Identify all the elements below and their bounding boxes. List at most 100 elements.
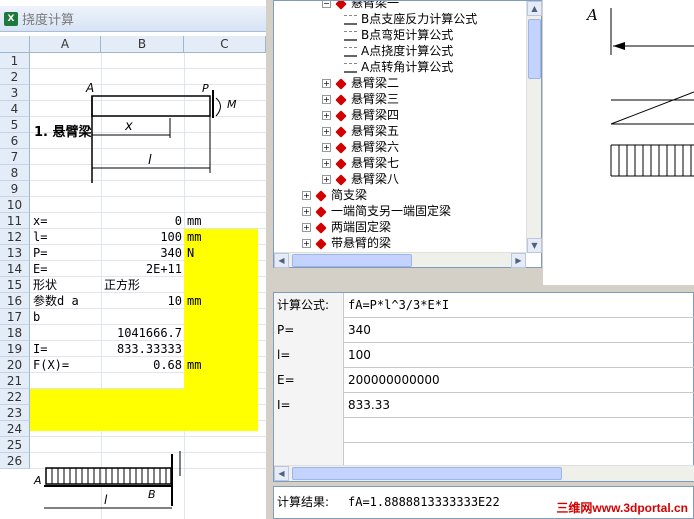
cell-a16[interactable]: 参数d a	[31, 293, 101, 309]
collapse-icon[interactable]: −	[322, 1, 331, 8]
cell-b11[interactable]: 0	[102, 213, 184, 229]
tree-item[interactable]: + 悬臂梁五	[322, 123, 399, 139]
scroll-left-icon[interactable]: ◀	[274, 466, 289, 481]
expand-icon[interactable]: +	[302, 191, 311, 200]
cell-b15[interactable]: 正方形	[102, 277, 184, 293]
cell-b20[interactable]: 0.68	[102, 357, 184, 373]
row-header[interactable]: 1	[0, 53, 30, 69]
param-value-input[interactable]: 340	[348, 318, 371, 343]
tree-item[interactable]: + 悬臂梁二	[322, 75, 399, 91]
cell-c16[interactable]: mm	[185, 293, 257, 309]
expand-icon[interactable]: +	[322, 175, 331, 184]
row-header[interactable]: 20	[0, 357, 30, 373]
scroll-right-icon[interactable]: ▶	[511, 253, 526, 268]
hscroll-thumb[interactable]	[292, 254, 412, 267]
cell-c11[interactable]: mm	[185, 213, 257, 229]
column-header-a[interactable]: A	[30, 36, 101, 53]
select-all-corner[interactable]	[0, 36, 30, 53]
row-header[interactable]: 7	[0, 149, 30, 165]
row-header[interactable]: 4	[0, 101, 30, 117]
expand-icon[interactable]: +	[322, 127, 331, 136]
cell-a12[interactable]: l=	[31, 229, 101, 245]
row-header[interactable]: 18	[0, 325, 30, 341]
expand-icon[interactable]: +	[302, 207, 311, 216]
row-header[interactable]: 12	[0, 229, 30, 245]
tree-item[interactable]: A点挠度计算公式	[344, 43, 453, 59]
cell-a15[interactable]: 形状	[31, 277, 101, 293]
row-header[interactable]: 13	[0, 245, 30, 261]
row-header[interactable]: 9	[0, 181, 30, 197]
cell-c20[interactable]: mm	[185, 357, 257, 373]
cell-b14[interactable]: 2E+11	[102, 261, 184, 277]
cell-a18[interactable]	[31, 325, 101, 341]
tree-item[interactable]: B点弯矩计算公式	[344, 27, 453, 43]
tree-item[interactable]: − 悬臂梁一	[322, 1, 399, 11]
param-value-input[interactable]: 833.33	[348, 393, 390, 418]
cell-a20[interactable]: F(X)=	[31, 357, 101, 373]
formula-value[interactable]: fA=P*l^3/3*E*I	[348, 293, 449, 318]
cell-b13[interactable]: 340	[102, 245, 184, 261]
row-header[interactable]: 14	[0, 261, 30, 277]
row-header[interactable]: 15	[0, 277, 30, 293]
cell-c14[interactable]	[185, 261, 257, 277]
tree-item[interactable]: + 简支梁	[302, 187, 367, 203]
tree-item[interactable]: + 两端固定梁	[302, 219, 391, 235]
row-header[interactable]: 10	[0, 197, 30, 213]
cell-b17[interactable]	[102, 309, 184, 325]
scroll-up-icon[interactable]: ▲	[527, 1, 542, 16]
cell-c12[interactable]: mm	[185, 229, 257, 245]
tree-item[interactable]: + 悬臂梁六	[322, 139, 399, 155]
formula-hscroll-thumb[interactable]	[292, 467, 562, 480]
cell-a13[interactable]: P=	[31, 245, 101, 261]
scroll-thumb[interactable]	[528, 19, 541, 79]
row-header[interactable]: 24	[0, 421, 30, 437]
tree-item[interactable]: + 带悬臂的梁	[302, 235, 391, 251]
tree-item[interactable]: + 悬臂梁七	[322, 155, 399, 171]
cell-c19[interactable]	[185, 341, 257, 357]
formula-horizontal-scrollbar[interactable]: ◀	[274, 465, 694, 481]
cell-c13[interactable]: N	[185, 245, 257, 261]
row-header[interactable]: 23	[0, 405, 30, 421]
expand-icon[interactable]: +	[322, 143, 331, 152]
expand-icon[interactable]: +	[322, 79, 331, 88]
cell-c15[interactable]	[185, 277, 257, 293]
row-header[interactable]: 11	[0, 213, 30, 229]
tree-item[interactable]: A点转角计算公式	[344, 59, 453, 75]
cell-a17[interactable]: b	[31, 309, 101, 325]
param-value-input[interactable]: 100	[348, 343, 371, 368]
tree-item[interactable]: B点支座反力计算公式	[344, 11, 477, 27]
row-header[interactable]: 22	[0, 389, 30, 405]
expand-icon[interactable]: +	[302, 239, 311, 248]
row-header[interactable]: 5	[0, 117, 30, 133]
cell-b12[interactable]: 100	[102, 229, 184, 245]
cell-c17[interactable]	[185, 309, 257, 325]
cell-b18[interactable]: 1041666.7	[102, 325, 184, 341]
column-header-c[interactable]: C	[184, 36, 266, 53]
row-header[interactable]: 19	[0, 341, 30, 357]
row-header[interactable]: 3	[0, 85, 30, 101]
cell-b19[interactable]: 833.33333	[102, 341, 184, 357]
result-value[interactable]: fA=1.8888813333333E22	[348, 487, 500, 518]
tree-horizontal-scrollbar[interactable]: ◀ ▶	[274, 252, 526, 268]
expand-icon[interactable]: +	[322, 111, 331, 120]
scroll-down-icon[interactable]: ▼	[527, 238, 542, 253]
cell-a14[interactable]: E=	[31, 261, 101, 277]
expand-icon[interactable]: +	[322, 95, 331, 104]
row-header[interactable]: 8	[0, 165, 30, 181]
expand-icon[interactable]: +	[302, 223, 311, 232]
row-header[interactable]: 2	[0, 69, 30, 85]
cell-c18[interactable]	[185, 325, 257, 341]
row-header[interactable]: 6	[0, 133, 30, 149]
row-header[interactable]: 21	[0, 373, 30, 389]
scroll-left-icon[interactable]: ◀	[274, 253, 289, 268]
column-header-b[interactable]: B	[101, 36, 184, 53]
tree-item[interactable]: + 悬臂梁三	[322, 91, 399, 107]
expand-icon[interactable]: +	[322, 159, 331, 168]
cell-a11[interactable]: x=	[31, 213, 101, 229]
tree-vertical-scrollbar[interactable]: ▲ ▼	[526, 1, 542, 253]
tree-item[interactable]: + 悬臂梁八	[322, 171, 399, 187]
cell-a19[interactable]: I=	[31, 341, 101, 357]
row-header[interactable]: 25	[0, 437, 30, 453]
formula-tree[interactable]: − 悬臂梁一 B点支座反力计算公式 B点弯矩计算公式 A点挠度计算公式 A点转角计算公式 +…	[273, 0, 542, 268]
tree-item[interactable]: + 一端简支另一端固定梁	[302, 203, 451, 219]
